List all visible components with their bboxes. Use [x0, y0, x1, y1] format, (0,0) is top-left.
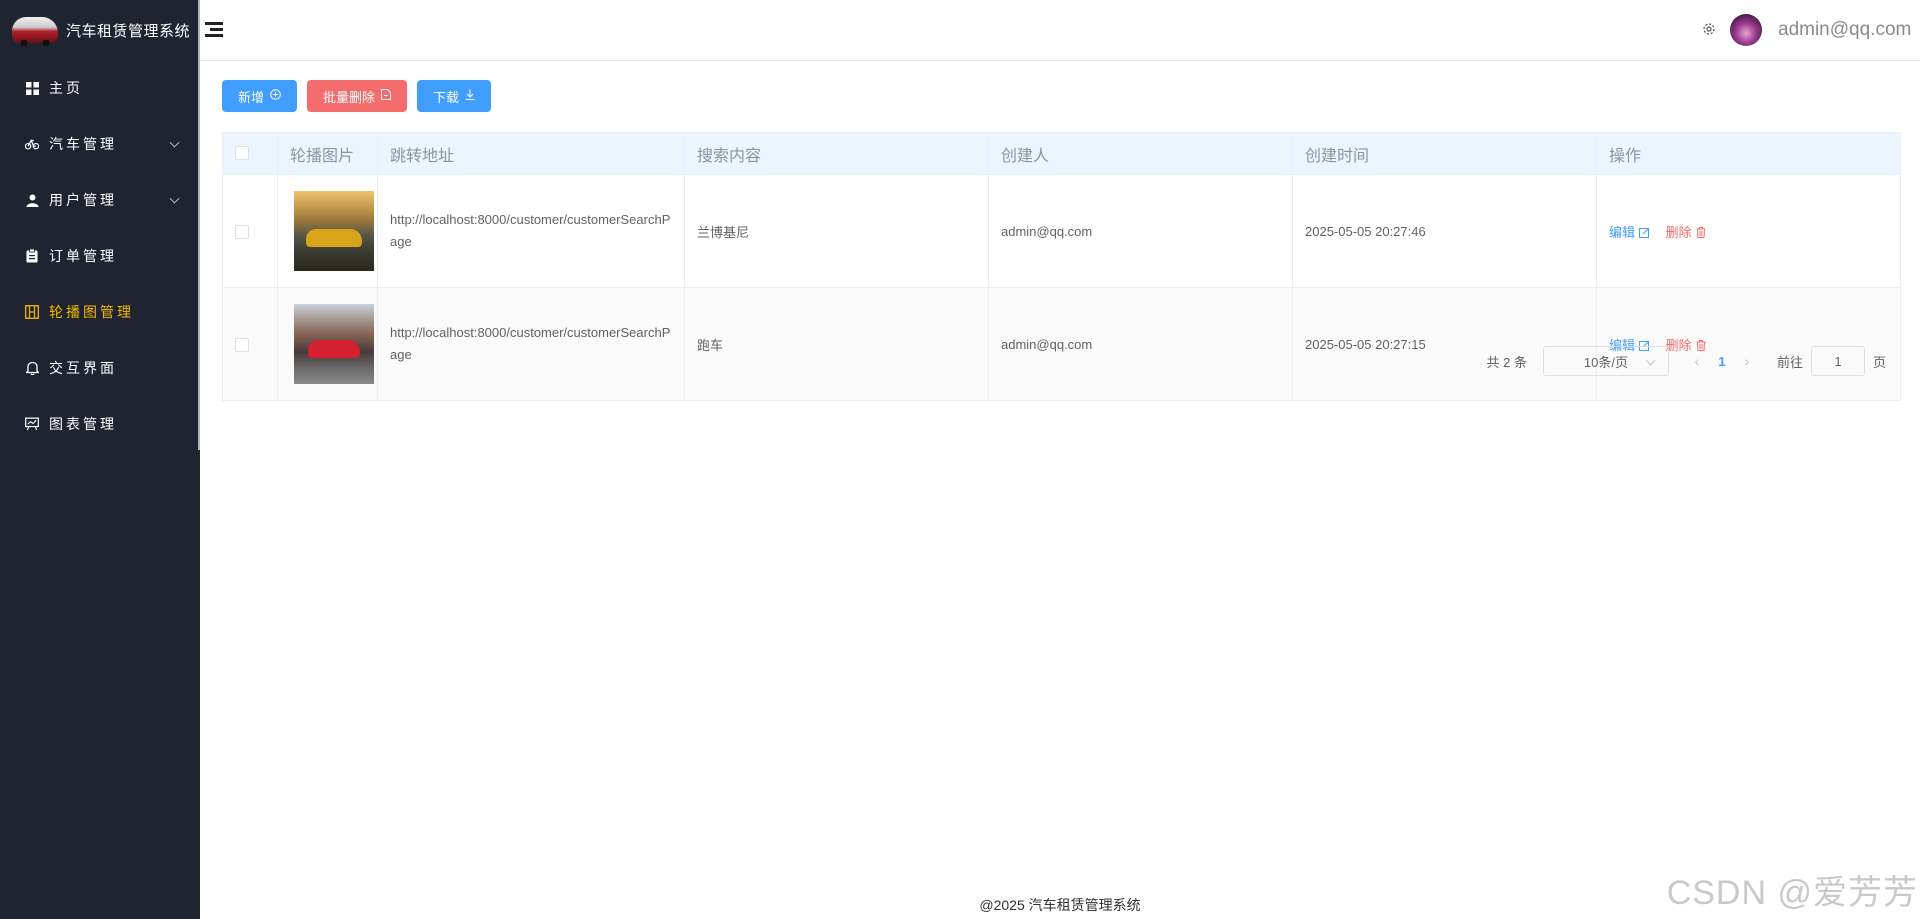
sidebar-item-label: 交互界面 — [49, 360, 117, 376]
row-checkbox[interactable] — [235, 337, 249, 352]
sidebar-scrollbar[interactable] — [198, 0, 200, 450]
edit-label: 编辑 — [1609, 224, 1636, 240]
search-content: 跑车 — [684, 287, 989, 401]
creator: admin@qq.com — [988, 287, 1293, 401]
car-logo-icon — [12, 17, 58, 46]
sidebar-item-label: 汽车管理 — [49, 136, 117, 152]
sidebar-item-chart-management[interactable]: 图表管理 — [0, 396, 200, 452]
batch-delete-button[interactable]: 批量删除 — [307, 80, 408, 112]
goto-page-input[interactable]: 1 — [1810, 346, 1865, 376]
page-size-select[interactable]: 10条/页 — [1542, 346, 1669, 376]
column-header: 操作 — [1596, 132, 1901, 175]
toolbar: 新增 批量删除 下载 — [222, 80, 1900, 112]
sidebar-item-interaction[interactable]: 交互界面 — [0, 340, 200, 396]
download-button[interactable]: 下载 — [417, 80, 492, 112]
sidebar-item-carousel-management[interactable]: 轮播图管理 — [0, 284, 200, 340]
chevron-down-icon — [1645, 355, 1656, 366]
gear-icon[interactable] — [1702, 22, 1716, 36]
download-icon — [465, 89, 475, 103]
chevron-down-icon — [169, 137, 180, 148]
plus-circle-icon — [270, 89, 281, 103]
created-time: 2025-05-05 20:27:46 — [1292, 174, 1597, 288]
sidebar-item-label: 轮播图管理 — [49, 304, 134, 320]
document-remove-icon — [381, 89, 392, 103]
sidebar-item-label: 用户管理 — [49, 192, 117, 208]
chevron-down-icon — [169, 193, 180, 204]
sidebar-item-label: 订单管理 — [49, 248, 117, 264]
add-button-label: 新增 — [238, 89, 265, 105]
delete-button[interactable]: 删除 — [1666, 225, 1706, 240]
sidebar-item-user-management[interactable]: 用户管理 — [0, 172, 200, 228]
table-header-row: 轮播图片 跳转地址 搜索内容 创建人 创建时间 操作 — [222, 132, 1901, 175]
goto-label: 前往 — [1776, 354, 1803, 370]
row-checkbox[interactable] — [235, 224, 249, 239]
table-row: http://localhost:8000/customer/customerS… — [222, 287, 1901, 401]
carousel-image[interactable] — [294, 191, 374, 271]
bicycle-icon — [25, 137, 39, 151]
column-header: 创建时间 — [1292, 132, 1597, 175]
page-suffix: 页 — [1872, 354, 1886, 370]
prev-page-button[interactable]: ‹ — [1687, 353, 1707, 369]
total-count: 共 2 条 — [1486, 354, 1527, 370]
menu-collapse-icon[interactable] — [205, 22, 223, 38]
jump-url: http://localhost:8000/customer/customerS… — [390, 212, 671, 249]
sidebar-item-order-management[interactable]: 订单管理 — [0, 228, 200, 284]
column-header: 跳转地址 — [377, 132, 685, 175]
chart-board-icon — [25, 417, 39, 431]
table-row: http://localhost:8000/customer/customerS… — [222, 174, 1901, 288]
column-header: 轮播图片 — [277, 132, 378, 175]
app-title: 汽车租赁管理系统 — [66, 22, 191, 40]
page-number[interactable]: 1 — [1707, 354, 1737, 369]
goto-page-value: 1 — [1834, 353, 1842, 369]
user-icon — [25, 193, 39, 207]
sidebar-menu: 主页 汽车管理 用户管理 订单管理 轮播图管理 交互界面 图表管理 — [0, 60, 200, 452]
trash-icon — [1696, 226, 1706, 238]
batch-delete-button-label: 批量删除 — [323, 89, 376, 105]
avatar[interactable] — [1730, 14, 1762, 46]
delete-label: 删除 — [1665, 224, 1692, 240]
sidebar-item-label: 主页 — [49, 80, 83, 96]
carousel-image[interactable] — [294, 304, 374, 384]
select-all-cell — [222, 132, 278, 175]
bell-icon — [25, 361, 39, 375]
next-page-button[interactable]: › — [1737, 353, 1757, 369]
download-button-label: 下载 — [433, 89, 460, 105]
column-header: 创建人 — [988, 132, 1293, 175]
sidebar-item-car-management[interactable]: 汽车管理 — [0, 116, 200, 172]
sidebar-item-home[interactable]: 主页 — [0, 60, 200, 116]
created-time: 2025-05-05 20:27:15 — [1292, 287, 1597, 401]
jump-url: http://localhost:8000/customer/customerS… — [390, 325, 671, 362]
sidebar-item-label: 图表管理 — [49, 416, 117, 432]
page-size-value: 10条/页 — [1583, 354, 1628, 370]
grid-icon — [25, 81, 39, 95]
carousel-icon — [25, 305, 39, 319]
footer: @2025 汽车租赁管理系统 — [979, 897, 1141, 913]
creator: admin@qq.com — [988, 174, 1293, 288]
watermark: CSDN @爱芳芳 — [1666, 874, 1918, 912]
column-header: 搜索内容 — [684, 132, 989, 175]
pagination: 共 2 条 10条/页 ‹ 1 › 前往 1 页 — [1486, 346, 1886, 376]
edit-icon — [1639, 227, 1650, 238]
select-all-checkbox[interactable] — [235, 146, 249, 161]
app-logo[interactable]: 汽车租赁管理系统 — [0, 0, 200, 60]
search-content: 兰博基尼 — [684, 174, 989, 288]
clipboard-icon — [25, 249, 39, 263]
sidebar: 汽车租赁管理系统 主页 汽车管理 用户管理 订单管理 轮播图管理 交互界面 图表… — [0, 0, 200, 919]
user-name[interactable]: admin@qq.com — [1778, 19, 1911, 41]
add-button[interactable]: 新增 — [222, 80, 298, 112]
edit-button[interactable]: 编辑 — [1609, 225, 1650, 240]
top-header: admin@qq.com — [200, 0, 1920, 61]
